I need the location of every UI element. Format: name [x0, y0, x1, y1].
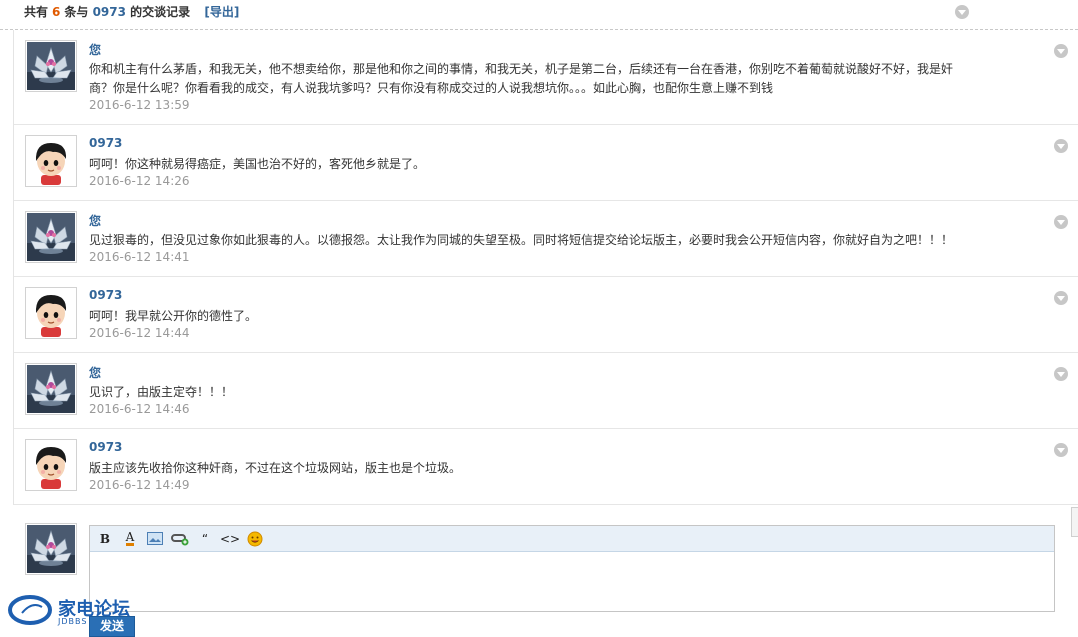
code-icon[interactable]: <>	[219, 529, 241, 549]
message-text: 你和机主有什么茅盾，和我无关，他不想卖给你，那是他和你之间的事情，和我无关，机子…	[89, 62, 954, 95]
lotus-avatar-icon	[27, 42, 75, 90]
message-time: 2016-6-12 14:26	[89, 174, 190, 188]
message-author[interactable]: 0973	[89, 440, 122, 454]
message-avatar[interactable]	[25, 211, 77, 263]
image-icon[interactable]	[144, 529, 166, 549]
smiley-icon[interactable]	[244, 529, 266, 549]
watermark-subtext: JDBBS	[58, 617, 88, 626]
message-collapse-icon[interactable]	[1054, 367, 1068, 381]
compose-area: B A “ <> 发送	[14, 505, 1078, 637]
message-text: 版主应该先收拾你这种奸商，不过在这个垃圾网站，版主也是个垃圾。	[89, 461, 462, 475]
left-border	[0, 30, 14, 505]
message-avatar[interactable]	[25, 135, 77, 187]
message-time: 2016-6-12 14:41	[89, 250, 190, 264]
message-time: 2016-6-12 14:49	[89, 478, 190, 492]
message-collapse-icon[interactable]	[1054, 44, 1068, 58]
message-count: 6	[52, 5, 61, 19]
message-input[interactable]	[90, 552, 1054, 611]
message-avatar[interactable]	[25, 40, 77, 92]
message-collapse-icon[interactable]	[1054, 139, 1068, 153]
message-item: 您你和机主有什么茅盾，和我无关，他不想卖给你，那是他和你之间的事情，和我无关，机…	[14, 30, 1078, 125]
message-time: 2016-6-12 13:59	[89, 98, 190, 112]
message-text: 见过狠毒的，但没见过象你如此狠毒的人。以德报怨。太让我作为同城的失望至极。同时将…	[89, 233, 954, 247]
message-text: 见识了，由版主定夺！！！	[89, 385, 234, 399]
message-time: 2016-6-12 14:44	[89, 326, 190, 340]
message-collapse-icon[interactable]	[1054, 215, 1068, 229]
cartoon-boy-avatar-icon	[27, 289, 75, 337]
message-avatar[interactable]	[25, 439, 77, 491]
bold-icon[interactable]: B	[94, 529, 116, 549]
font-color-icon[interactable]: A	[119, 529, 141, 549]
export-link[interactable]: [导出]	[204, 5, 239, 19]
quote-icon[interactable]: “	[194, 529, 216, 549]
message-item: 0973 呵呵！我早就公开你的德性了。 2016-6-12 14:44	[14, 277, 1078, 353]
message-editor: B A “ <>	[89, 525, 1055, 612]
message-item: 您见过狠毒的，但没见过象你如此狠毒的人。以德报怨。太让我作为同城的失望至极。同时…	[14, 201, 1078, 277]
message-author[interactable]: 0973	[89, 136, 122, 150]
font-color-glyph: A	[125, 530, 135, 546]
message-time: 2016-6-12 14:46	[89, 402, 190, 416]
conversation-header: 共有 6 条与 0973 的交谈记录 [导出]	[0, 0, 1078, 30]
editor-toolbar: B A “ <>	[90, 526, 1054, 552]
cartoon-boy-avatar-icon	[27, 441, 75, 489]
lotus-avatar-icon	[27, 213, 75, 261]
message-author[interactable]: 0973	[89, 288, 122, 302]
message-text: 呵呵！我早就公开你的德性了。	[89, 309, 258, 323]
watermark-logo-icon	[8, 595, 52, 625]
summary-mid: 条与	[64, 5, 89, 19]
message-author[interactable]: 您	[89, 41, 101, 58]
site-watermark: 家电论坛 JDBBS	[8, 593, 148, 633]
lotus-avatar-icon	[27, 525, 75, 573]
link-icon[interactable]	[169, 529, 191, 549]
side-scroll-tab[interactable]	[1071, 507, 1078, 537]
conversation-summary: 共有 6 条与 0973 的交谈记录 [导出]	[24, 3, 239, 20]
summary-suffix: 的交谈记录	[130, 5, 191, 19]
my-avatar	[25, 523, 77, 575]
message-text: 呵呵！你这种就易得癌症，美国也治不好的，客死他乡就是了。	[89, 157, 426, 171]
header-collapse-icon[interactable]	[955, 5, 969, 19]
message-avatar[interactable]	[25, 287, 77, 339]
message-item: 0973 版主应该先收拾你这种奸商，不过在这个垃圾网站，版主也是个垃圾。 2016-…	[14, 429, 1078, 505]
message-item: 0973 呵呵！你这种就易得癌症，美国也治不好的，客死他乡就是了。 2016-6-1…	[14, 125, 1078, 201]
partner-name: 0973	[92, 5, 126, 19]
lotus-avatar-icon	[27, 365, 75, 413]
message-author[interactable]: 您	[89, 212, 101, 229]
summary-prefix: 共有	[24, 5, 49, 19]
message-author[interactable]: 您	[89, 364, 101, 381]
cartoon-boy-avatar-icon	[27, 137, 75, 185]
message-collapse-icon[interactable]	[1054, 443, 1068, 457]
message-avatar[interactable]	[25, 363, 77, 415]
message-item: 您见识了，由版主定夺！！！ 2016-6-12 14:46	[14, 353, 1078, 429]
message-collapse-icon[interactable]	[1054, 291, 1068, 305]
